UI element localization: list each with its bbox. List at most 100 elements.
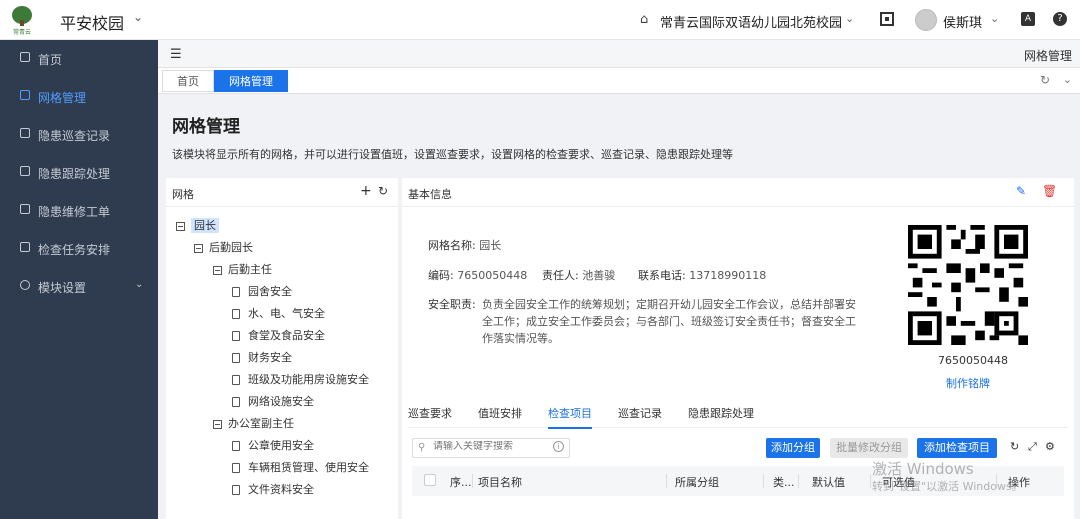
tab-duty-schedule[interactable]: 值班安排 bbox=[478, 405, 522, 421]
column-divider bbox=[763, 474, 764, 488]
windows-activation-subtext: 转到"设置"以激活 Windows。 bbox=[872, 480, 1023, 493]
settings-icon[interactable]: ⚙ bbox=[1045, 440, 1055, 453]
sidebar-item-label: 模块设置 bbox=[38, 281, 87, 295]
app-title[interactable]: 平安校园 bbox=[60, 10, 124, 34]
select-all-checkbox[interactable] bbox=[424, 474, 436, 486]
collapse-icon[interactable] bbox=[213, 265, 222, 275]
column-header[interactable]: 默认值 bbox=[812, 474, 845, 490]
qrcode-icon[interactable] bbox=[880, 12, 894, 26]
tree-node[interactable]: 网络设施安全 bbox=[232, 393, 314, 409]
sidebar-item-home[interactable]: 首页 bbox=[0, 40, 158, 78]
page-title: 网格管理 bbox=[172, 117, 240, 137]
tree-node[interactable]: 公章使用安全 bbox=[232, 437, 314, 453]
document-icon bbox=[232, 485, 240, 495]
chevron-down-icon[interactable]: ⌄ bbox=[1063, 73, 1072, 86]
school-icon: ⌂ bbox=[640, 12, 649, 27]
qrcode-text: 7650050448 bbox=[938, 354, 1008, 367]
column-header[interactable]: 类... bbox=[773, 474, 795, 490]
sidebar-item-hazard-tracking[interactable]: 隐患跟踪处理 bbox=[0, 154, 158, 192]
document-icon bbox=[232, 441, 240, 451]
collapse-icon[interactable] bbox=[213, 419, 222, 429]
qrcode-image bbox=[908, 225, 1028, 345]
collapse-icon[interactable] bbox=[194, 243, 203, 253]
avatar[interactable] bbox=[915, 9, 937, 31]
chevron-down-icon[interactable]: ⌄ bbox=[133, 10, 143, 24]
column-divider bbox=[472, 474, 473, 488]
search-input[interactable] bbox=[433, 441, 543, 452]
batch-edit-group-button[interactable]: 批量修改分组 bbox=[830, 438, 908, 458]
tab-grid-management[interactable]: 网格管理 bbox=[214, 70, 288, 92]
translate-icon[interactable]: A bbox=[1021, 12, 1035, 26]
code-value: 7650050448 bbox=[457, 269, 528, 282]
tab-home[interactable]: 首页 bbox=[162, 70, 214, 92]
tree-node[interactable]: 水、电、气安全 bbox=[232, 305, 325, 321]
search-box[interactable]: ⚲ i bbox=[412, 438, 570, 458]
sidebar-item-repair-orders[interactable]: 隐患维修工单 bbox=[0, 192, 158, 230]
track-icon bbox=[20, 166, 30, 176]
tree-node[interactable]: 班级及功能用房设施安全 bbox=[232, 371, 369, 387]
sidebar-item-label: 检查任务安排 bbox=[38, 243, 111, 257]
sidebar-item-inspection-tasks[interactable]: 检查任务安排 bbox=[0, 230, 158, 268]
tab-bar: 首页 网格管理 ↻ ⌄ bbox=[158, 68, 1080, 94]
document-icon bbox=[232, 375, 240, 385]
menu-toggle-icon[interactable]: ☰ bbox=[170, 47, 182, 62]
breadcrumb: 网格管理 bbox=[1023, 49, 1072, 63]
tree-node[interactable]: 财务安全 bbox=[232, 349, 292, 365]
windows-activation-watermark: 激活 Windows bbox=[872, 460, 974, 478]
tab-patrol-records[interactable]: 巡查记录 bbox=[618, 405, 662, 421]
column-header[interactable]: 项目名称 bbox=[478, 474, 522, 490]
tree-panel-title: 网格 bbox=[172, 188, 194, 201]
sidebar-item-label: 首页 bbox=[38, 53, 63, 67]
sub-header: ☰ 网格管理 bbox=[158, 40, 1080, 68]
refresh-icon[interactable]: ↻ bbox=[378, 184, 388, 198]
tree-node[interactable]: 车辆租赁管理、使用安全 bbox=[232, 459, 369, 475]
school-selector[interactable]: 常青云国际双语幼儿园北苑校园 bbox=[660, 12, 842, 31]
tab-hazard-tracking[interactable]: 隐患跟踪处理 bbox=[688, 405, 754, 421]
add-inspection-item-button[interactable]: 添加检查项目 bbox=[917, 438, 997, 458]
grid-name-value: 园长 bbox=[479, 239, 502, 252]
tab-patrol-requirements[interactable]: 巡查要求 bbox=[408, 405, 452, 421]
tree-node[interactable]: 文件资料安全 bbox=[232, 481, 314, 497]
tree-node[interactable]: 园舍安全 bbox=[232, 283, 292, 299]
phone-row: 联系电话: 13718990118 bbox=[638, 267, 766, 283]
help-icon[interactable]: ? bbox=[1053, 12, 1067, 26]
logo: 常青云 bbox=[10, 6, 34, 36]
grid-icon bbox=[20, 90, 30, 100]
sidebar-item-grid[interactable]: 网格管理 bbox=[0, 78, 158, 116]
tree-node[interactable]: 园长 bbox=[176, 217, 219, 233]
column-divider bbox=[666, 474, 667, 488]
plus-icon[interactable]: + bbox=[360, 183, 372, 199]
fullscreen-icon[interactable]: ⤢ bbox=[1028, 440, 1037, 454]
tree-node[interactable]: 后勤主任 bbox=[213, 261, 272, 277]
make-nameplate-link[interactable]: 制作铭牌 bbox=[946, 375, 990, 391]
chevron-down-icon[interactable]: ⌄ bbox=[990, 12, 999, 25]
tab-inspection-items[interactable]: 检查项目 bbox=[548, 405, 592, 429]
delete-icon[interactable]: 🗑 bbox=[1042, 184, 1057, 198]
sidebar-item-module-settings[interactable]: 模块设置 ⌄ bbox=[0, 268, 158, 306]
column-header[interactable]: 序... bbox=[450, 474, 472, 490]
repair-icon bbox=[20, 204, 30, 214]
collapse-icon[interactable] bbox=[176, 221, 185, 231]
page-description: 该模块将显示所有的网格，并可以进行设置值班，设置巡查要求，设置网格的检查要求、巡… bbox=[172, 148, 733, 161]
document-icon bbox=[232, 397, 240, 407]
sidebar-item-patrol-records[interactable]: 隐患巡查记录 bbox=[0, 116, 158, 154]
code-row: 编码: 7650050448 bbox=[428, 267, 527, 283]
phone-value: 13718990118 bbox=[689, 269, 767, 282]
column-header[interactable]: 所属分组 bbox=[675, 474, 719, 490]
divider bbox=[166, 206, 398, 207]
phone-label: 联系电话: bbox=[638, 269, 686, 282]
user-name[interactable]: 侯斯琪 bbox=[943, 12, 982, 31]
edit-icon[interactable]: ✎ bbox=[1016, 184, 1026, 198]
task-icon bbox=[20, 242, 30, 252]
info-icon[interactable]: i bbox=[553, 441, 564, 452]
tree-node[interactable]: 后勤园长 bbox=[194, 239, 253, 255]
tree-node[interactable]: 办公室副主任 bbox=[213, 415, 294, 431]
chevron-down-icon[interactable]: ⌄ bbox=[845, 12, 854, 25]
owner-row: 责任人: 池善骏 bbox=[542, 267, 615, 283]
tree-node[interactable]: 食堂及食品安全 bbox=[232, 327, 325, 343]
refresh-icon[interactable]: ↻ bbox=[1040, 73, 1050, 87]
grid-name-row: 网格名称: 园长 bbox=[428, 237, 501, 253]
add-group-button[interactable]: 添加分组 bbox=[766, 438, 820, 458]
sidebar-item-label: 隐患跟踪处理 bbox=[38, 167, 111, 181]
refresh-icon[interactable]: ↻ bbox=[1010, 440, 1019, 453]
